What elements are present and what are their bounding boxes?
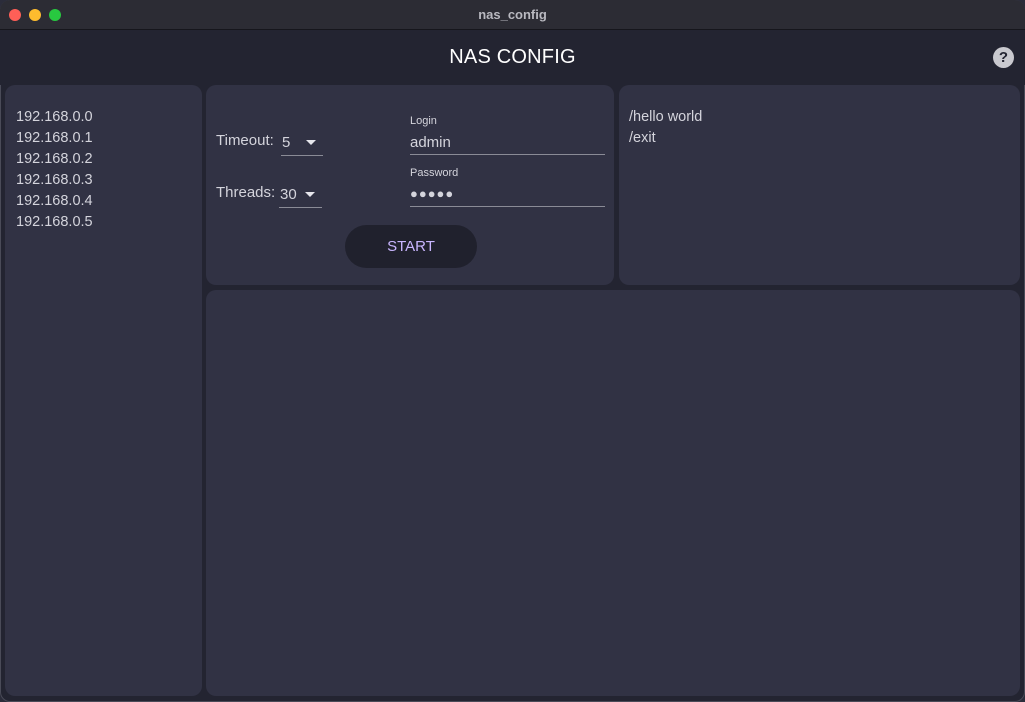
host-item[interactable]: 192.168.0.4 — [16, 191, 93, 212]
start-button[interactable]: START — [345, 225, 477, 268]
threads-value: 30 — [280, 186, 297, 203]
host-list-panel: 192.168.0.0 192.168.0.1 192.168.0.2 192.… — [5, 85, 202, 696]
host-item[interactable]: 192.168.0.3 — [16, 170, 93, 191]
commands-panel: /hello world /exit — [619, 85, 1020, 285]
timeout-label: Timeout: — [216, 132, 274, 149]
host-item[interactable]: 192.168.0.1 — [16, 128, 93, 149]
password-field[interactable]: ●●●●● — [410, 184, 605, 207]
threads-label: Threads: — [216, 184, 276, 201]
timeout-value: 5 — [282, 134, 291, 151]
host-item[interactable]: 192.168.0.0 — [16, 107, 93, 128]
command-item[interactable]: /hello world — [629, 107, 702, 128]
threads-dropdown[interactable]: 30 — [279, 181, 322, 208]
help-icon[interactable]: ? — [993, 47, 1014, 68]
password-label: Password — [410, 167, 459, 179]
command-list: /hello world /exit — [629, 107, 702, 149]
host-list: 192.168.0.0 192.168.0.1 192.168.0.2 192.… — [16, 107, 93, 233]
host-item[interactable]: 192.168.0.5 — [16, 212, 93, 233]
app-bar: NAS CONFIG ? — [0, 30, 1025, 85]
login-label: Login — [410, 115, 437, 127]
command-item[interactable]: /exit — [629, 128, 702, 149]
login-field[interactable]: admin — [410, 132, 605, 155]
timeout-dropdown[interactable]: 5 — [281, 129, 323, 156]
password-value: ●●●●● — [410, 186, 455, 201]
settings-panel: Timeout: 5 Threads: 30 Login admin Passw… — [206, 85, 614, 285]
window-title: nas_config — [478, 7, 547, 22]
login-value: admin — [410, 134, 451, 151]
app-title: NAS CONFIG — [449, 46, 576, 68]
output-panel — [206, 290, 1020, 696]
host-item[interactable]: 192.168.0.2 — [16, 149, 93, 170]
caret-down-icon — [306, 140, 316, 145]
app-window: nas_config NAS CONFIG ? 192.168.0.0 192.… — [0, 0, 1025, 702]
caret-down-icon — [305, 192, 315, 197]
title-bar: nas_config — [0, 0, 1025, 30]
